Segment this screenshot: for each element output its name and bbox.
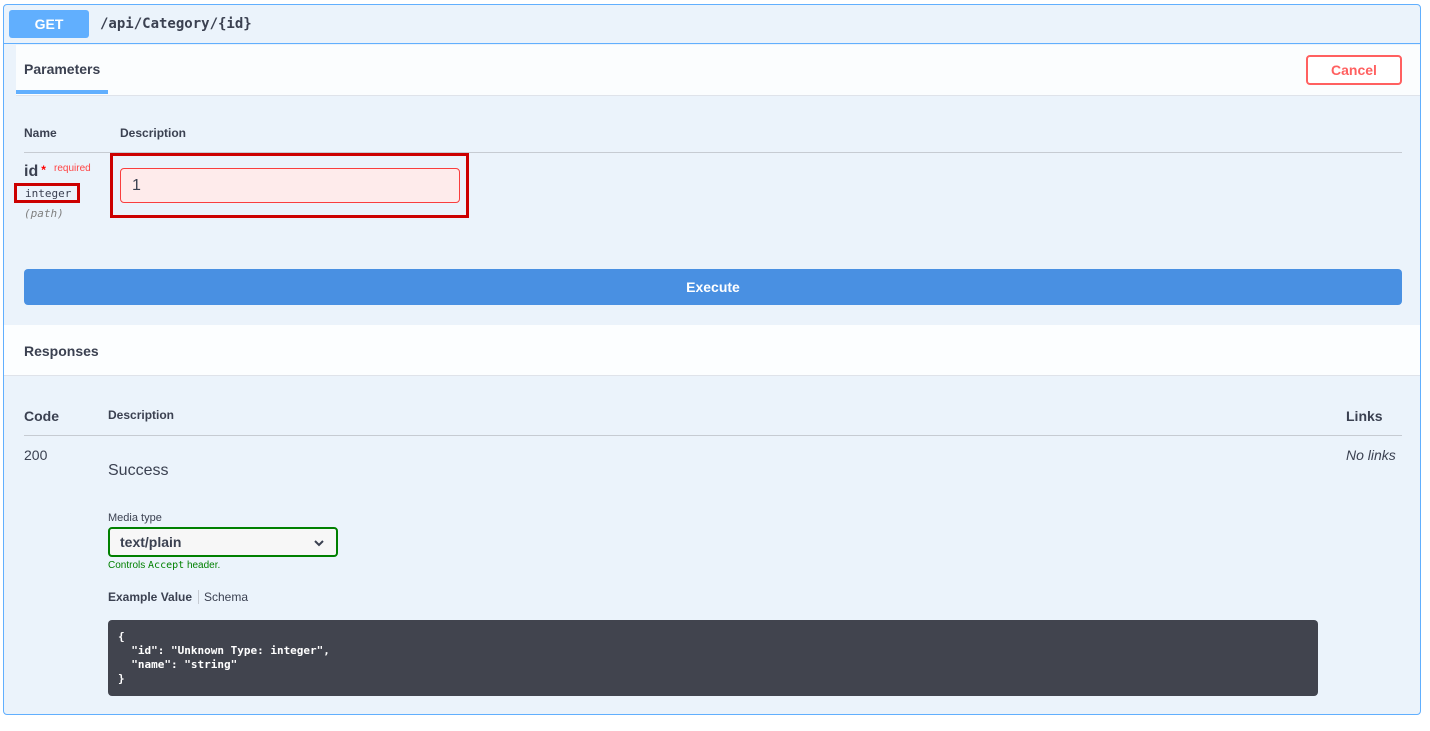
col-header-links: Links [1346, 408, 1383, 424]
responses-title: Responses [24, 343, 99, 359]
tab-schema[interactable]: Schema [204, 590, 248, 604]
parameters-header: Parameters Cancel [16, 45, 1420, 96]
operation-block-get-category: GET /api/Category/{id} Parameters Cancel… [3, 4, 1421, 715]
param-type: integer [14, 183, 80, 203]
method-badge: GET [9, 10, 89, 38]
col-header-description: Description [120, 126, 187, 140]
example-value-code: { "id": "Unknown Type: integer", "name":… [108, 620, 1318, 696]
responses-divider [24, 435, 1402, 436]
operation-summary[interactable]: GET /api/Category/{id} [4, 5, 1420, 44]
required-star: * [41, 163, 46, 177]
responses-header: Responses [4, 325, 1420, 376]
tab-divider [198, 590, 199, 604]
tab-example-value[interactable]: Example Value [108, 590, 192, 604]
response-links: No links [1346, 447, 1396, 463]
execute-button[interactable]: Execute [24, 269, 1402, 305]
media-type-select[interactable]: text/plain [108, 527, 338, 557]
media-type-value: text/plain [120, 534, 182, 550]
cancel-button[interactable]: Cancel [1306, 55, 1402, 85]
param-required-label: required [54, 163, 91, 174]
tab-active-indicator [16, 90, 108, 94]
response-code: 200 [24, 447, 48, 463]
chevron-down-icon [314, 540, 324, 547]
col-header-name: Name [24, 126, 57, 140]
col-header-code: Code [24, 408, 59, 424]
param-name: id * [24, 163, 46, 180]
col-header-response-description: Description [108, 408, 175, 422]
id-input[interactable]: 1 [120, 168, 460, 203]
controls-accept-note: Controls Accept header. [108, 560, 221, 571]
response-description: Success [108, 462, 169, 479]
param-location: (path) [24, 207, 64, 220]
tab-parameters[interactable]: Parameters [24, 61, 100, 77]
media-type-label: Media type [108, 512, 162, 524]
endpoint-path: /api/Category/{id} [100, 16, 252, 32]
